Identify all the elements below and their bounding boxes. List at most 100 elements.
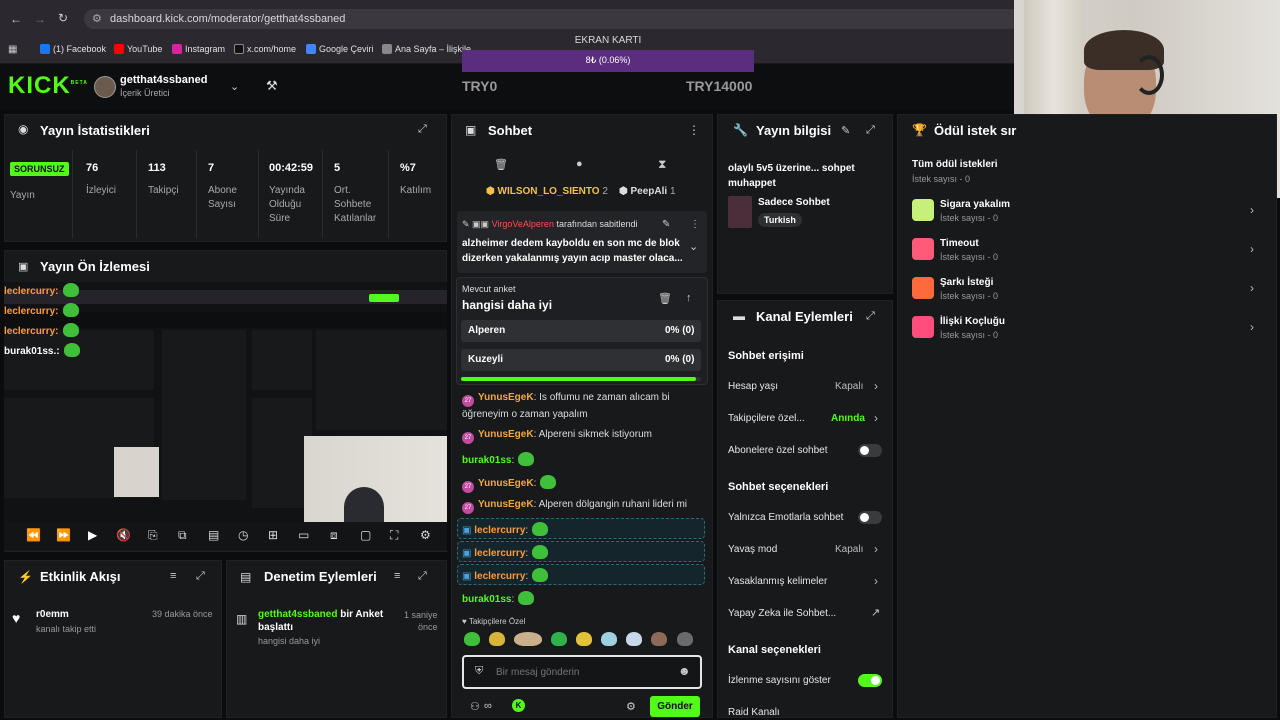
- theater-icon[interactable]: ⊞: [268, 528, 278, 542]
- trash-icon[interactable]: 🗑: [658, 292, 672, 305]
- stats-overlay-icon[interactable]: ▤: [208, 528, 219, 542]
- crop-icon[interactable]: ⧉: [178, 528, 187, 543]
- play-icon[interactable]: ▶: [88, 528, 97, 542]
- emote-icon[interactable]: [464, 632, 480, 646]
- bookmark-youtube[interactable]: YouTube: [114, 44, 162, 54]
- back-icon[interactable]: ←: [10, 12, 22, 26]
- settings-gear-icon[interactable]: ⚙: [626, 700, 636, 713]
- poll-option-name: Kuzeyli: [468, 354, 504, 365]
- reward-name[interactable]: İlişki Koçluğu: [940, 316, 1005, 327]
- expand-icon[interactable]: ⤢: [418, 570, 427, 583]
- chevron-right-icon[interactable]: ›: [1250, 320, 1254, 334]
- ai-moderation-row[interactable]: Yapay Zeka ile Sohbet...: [728, 608, 836, 619]
- emote-icon[interactable]: [514, 632, 543, 646]
- chat-bubble-icon[interactable]: ●: [576, 158, 583, 170]
- expand-icon[interactable]: ⤢: [418, 123, 427, 136]
- unpin-icon[interactable]: ✎: [662, 219, 670, 230]
- trash-icon[interactable]: 🗑: [494, 158, 508, 171]
- account-age-row[interactable]: Hesap yaşı: [728, 381, 778, 392]
- forward-icon[interactable]: →: [34, 12, 46, 26]
- mute-icon[interactable]: 🔇: [116, 528, 131, 542]
- expand-icon[interactable]: ⤢: [196, 570, 205, 583]
- fullscreen-icon[interactable]: ⛶: [390, 528, 398, 543]
- send-button[interactable]: Gönder: [650, 696, 700, 717]
- chevron-right-icon[interactable]: ›: [874, 411, 878, 425]
- edit-icon[interactable]: ✎: [841, 124, 850, 137]
- chevron-right-icon[interactable]: ›: [1250, 203, 1254, 217]
- emote-icon[interactable]: [551, 632, 568, 646]
- external-link-icon[interactable]: ↗: [871, 606, 880, 619]
- chevron-right-icon[interactable]: ›: [874, 379, 878, 393]
- emote-icon[interactable]: [651, 632, 668, 646]
- infinity-icon[interactable]: ∞: [484, 700, 492, 712]
- stat-value: %7: [400, 162, 416, 174]
- hammer-icon[interactable]: ⚒: [266, 78, 278, 94]
- moderation-user[interactable]: getthat4ssbaned: [258, 609, 337, 620]
- emote-icon[interactable]: [489, 632, 506, 646]
- show-viewers-toggle[interactable]: [858, 674, 882, 687]
- settings-gear-icon[interactable]: ⚙: [420, 528, 431, 542]
- banned-words-row[interactable]: Yasaklanmış kelimeler: [728, 576, 827, 587]
- raid-channel-row[interactable]: Raid Kanalı: [728, 707, 780, 718]
- subs-only-toggle[interactable]: [858, 444, 882, 457]
- channel-name[interactable]: getthat4ssbaned: [120, 74, 207, 86]
- reward-name[interactable]: Şarkı İsteği: [940, 277, 993, 288]
- address-bar[interactable]: ⚙ dashboard.kick.com/moderator/getthat4s…: [84, 9, 1044, 29]
- all-rewards-label[interactable]: Tüm ödül istekleri: [912, 159, 998, 170]
- stream-category[interactable]: Sadece Sohbet: [758, 197, 830, 208]
- kick-badge-icon[interactable]: K: [512, 699, 525, 712]
- reward-name[interactable]: Sigara yakalım: [940, 199, 1010, 210]
- filter-icon[interactable]: ≡: [394, 570, 400, 582]
- followers-only-row[interactable]: Takipçilere özel...: [728, 413, 805, 424]
- chevron-right-icon[interactable]: ›: [1250, 281, 1254, 295]
- stat-value: 5: [334, 162, 341, 174]
- reward-name[interactable]: Timeout: [940, 238, 979, 249]
- bookmark-x[interactable]: x.com/home: [234, 44, 296, 54]
- emote-icon[interactable]: [576, 632, 593, 646]
- mod-tools-icon[interactable]: ⚇: [470, 700, 480, 713]
- apps-grid-icon[interactable]: ▦: [8, 44, 17, 55]
- hourglass-icon[interactable]: ⧗: [658, 157, 666, 172]
- chevron-down-icon[interactable]: ⌄: [689, 240, 698, 253]
- filter-icon[interactable]: ≡: [170, 570, 176, 582]
- activity-title: Etkinlik Akışı: [40, 569, 121, 584]
- emote-only-toggle[interactable]: [858, 511, 882, 524]
- pip-icon[interactable]: ⧈: [330, 528, 338, 543]
- cast-icon[interactable]: ▢: [360, 528, 371, 542]
- reload-icon[interactable]: ↻: [58, 11, 68, 25]
- chat-input[interactable]: [496, 663, 666, 681]
- expand-icon[interactable]: ⤢: [866, 310, 875, 323]
- pinned-menu-icon[interactable]: ⋮: [690, 219, 700, 230]
- kick-logo[interactable]: KICKBETA: [8, 72, 88, 100]
- chevron-right-icon[interactable]: ›: [874, 574, 878, 588]
- activity-user[interactable]: r0emm: [36, 609, 69, 620]
- bookmark-facebook[interactable]: (1) Facebook: [40, 44, 106, 54]
- top-chatter-1[interactable]: ⬢ WILSON_LO_SIENTO 2: [486, 186, 608, 197]
- kebab-menu-icon[interactable]: ⋮: [688, 123, 700, 137]
- emote-icon[interactable]: [601, 632, 618, 646]
- rewind-icon[interactable]: ⏪: [26, 528, 41, 542]
- channel-avatar[interactable]: [94, 76, 116, 98]
- expand-icon[interactable]: ⤢: [866, 124, 875, 137]
- shield-icon[interactable]: ⛨: [475, 665, 483, 678]
- subtitles-icon[interactable]: ▭: [298, 528, 309, 542]
- timer-icon[interactable]: ◷: [238, 528, 248, 542]
- clip-icon[interactable]: ⎘: [148, 528, 158, 543]
- reward-count: İstek sayısı - 0: [940, 291, 999, 301]
- slow-mode-row[interactable]: Yavaş mod: [728, 544, 777, 555]
- emote-icon[interactable]: [626, 632, 643, 646]
- category-thumbnail[interactable]: [728, 196, 752, 228]
- chevron-right-icon[interactable]: ›: [1250, 242, 1254, 256]
- fast-forward-icon[interactable]: ⏩: [56, 528, 71, 542]
- site-info-icon[interactable]: ⚙: [92, 9, 102, 29]
- emote-icon[interactable]: [676, 632, 693, 646]
- moderation-icon: ▤: [240, 570, 252, 584]
- emoji-icon[interactable]: ☻: [678, 664, 691, 678]
- stream-tag[interactable]: Turkish: [758, 213, 802, 227]
- top-chatter-2[interactable]: ⬢ PeepAli 1: [619, 186, 676, 197]
- arrow-up-icon[interactable]: ↑: [686, 292, 692, 304]
- bookmark-instagram[interactable]: Instagram: [172, 44, 225, 54]
- chevron-down-icon[interactable]: ⌄: [230, 80, 239, 93]
- chevron-right-icon[interactable]: ›: [874, 542, 878, 556]
- bookmark-translate[interactable]: Google Çeviri: [306, 44, 374, 54]
